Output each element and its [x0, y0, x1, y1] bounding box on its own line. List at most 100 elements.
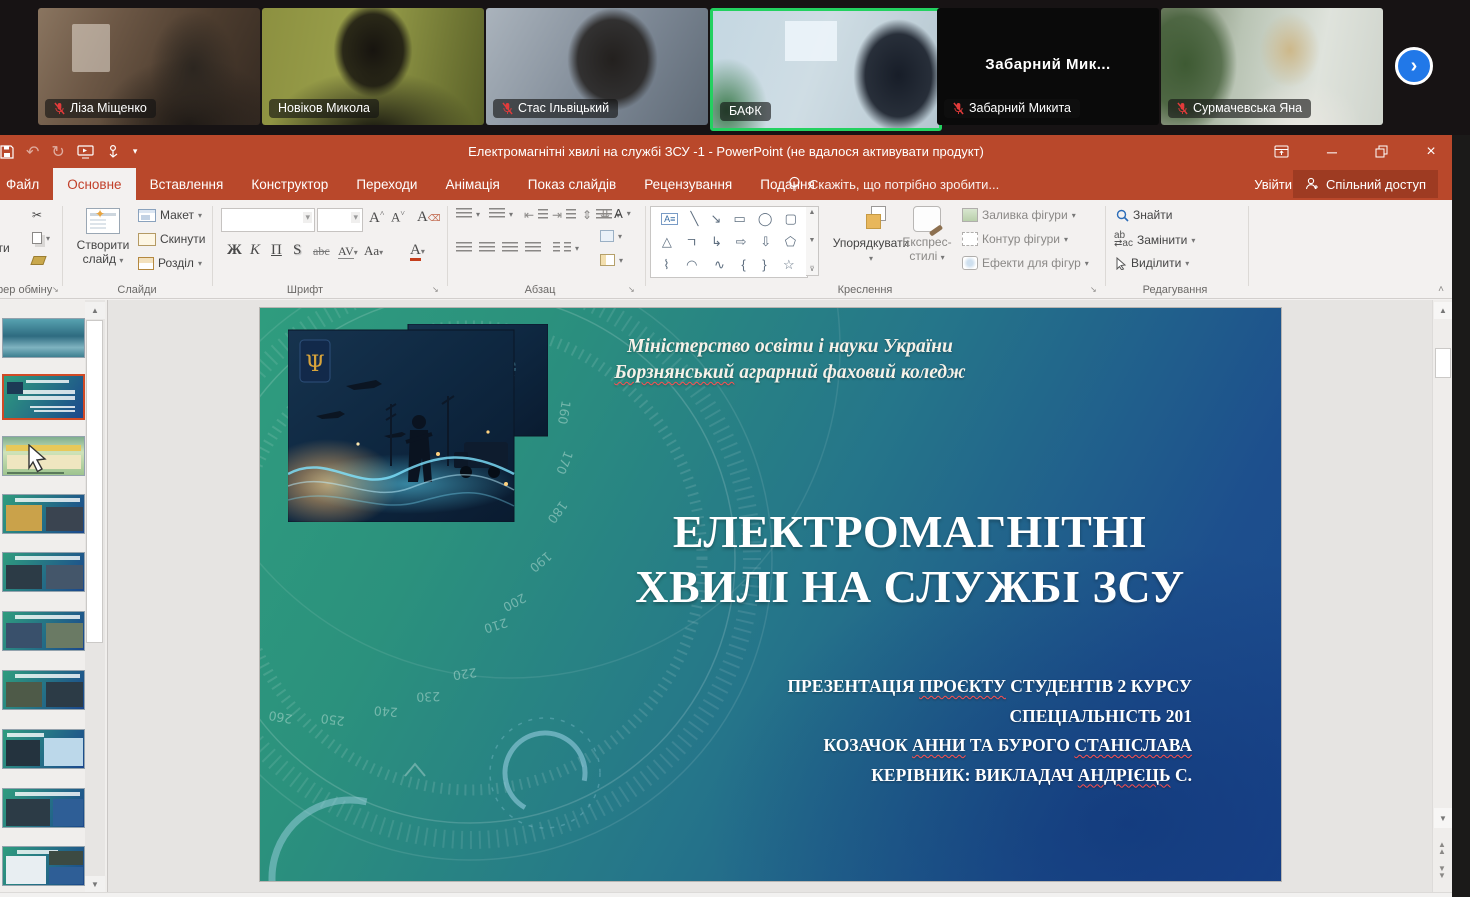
clipboard-dialog-launcher[interactable]: ↘: [52, 285, 62, 295]
shrink-font-button[interactable]: А˅: [391, 209, 405, 225]
smartart-button[interactable]: ▾: [600, 254, 623, 266]
increase-indent-button[interactable]: ⇥: [552, 208, 577, 222]
paragraph-dialog-launcher[interactable]: ↘: [628, 285, 638, 295]
text-shadow-button[interactable]: S: [293, 242, 301, 259]
numbering-button[interactable]: ▾: [489, 208, 513, 220]
reset-button[interactable]: Скинути: [138, 232, 205, 246]
shape-outline-button[interactable]: Контур фігури ▾: [962, 232, 1068, 246]
align-right-button[interactable]: [502, 242, 518, 254]
collapse-ribbon-icon[interactable]: ˄: [1438, 284, 1444, 295]
align-left-button[interactable]: [456, 242, 472, 254]
participant-tile[interactable]: Новіков Микола: [262, 8, 484, 125]
touch-mode-icon[interactable]: [106, 144, 121, 159]
tab-design[interactable]: Конструктор: [237, 168, 342, 200]
font-size-combo[interactable]: [317, 208, 363, 232]
shape-fill-button[interactable]: Заливка фігури ▾: [962, 208, 1076, 222]
share-button[interactable]: Спільний доступ: [1293, 170, 1438, 198]
slide-title[interactable]: ЕЛЕКТРОМАГНІТНІ ХВИЛІ НА СЛУЖБІ ЗСУ: [620, 504, 1200, 614]
section-button[interactable]: Розділ ▾: [138, 256, 202, 270]
sign-in-button[interactable]: Увійти: [1254, 168, 1292, 200]
tab-insert[interactable]: Вставлення: [136, 168, 238, 200]
strikethrough-button[interactable]: abc: [313, 244, 330, 259]
new-slide-button[interactable]: ✦ Створити слайд ▾: [72, 206, 134, 284]
tab-file[interactable]: Файл: [0, 168, 53, 200]
slide-thumbnail-8[interactable]: [2, 729, 85, 769]
change-case-button[interactable]: Aa▾: [364, 243, 383, 259]
character-spacing-button[interactable]: AV▾: [338, 244, 358, 259]
align-text-button[interactable]: ▾: [600, 230, 622, 242]
slide-thumbnail-9[interactable]: [2, 788, 85, 828]
paste-button[interactable]: Вставити: [0, 205, 14, 255]
columns-button[interactable]: ▾: [553, 242, 579, 254]
save-icon[interactable]: [0, 144, 14, 159]
main-scrollbar[interactable]: ▲ ▼: [1432, 300, 1452, 897]
next-slide-button[interactable]: ▼ ▼: [1432, 862, 1452, 882]
scroll-down-arrow[interactable]: ▼: [85, 876, 105, 893]
slide-thumbnail-1[interactable]: [2, 318, 85, 358]
clear-formatting-button[interactable]: A⌫: [417, 209, 441, 226]
slide-editing-area[interactable]: 160 170 180 190 200 210 220 230 240 250 …: [260, 308, 1281, 881]
ribbon-display-options-icon[interactable]: [1274, 145, 1289, 158]
undo-icon[interactable]: ↶: [26, 142, 39, 162]
quick-styles-button[interactable]: Експрес-стилі ▾: [898, 206, 956, 263]
redo-icon[interactable]: ↻: [51, 142, 64, 162]
slide-thumbnail-4[interactable]: [2, 494, 85, 534]
participant-tile[interactable]: Стас Ільвіцький: [486, 8, 708, 125]
minimize-button[interactable]: ─: [1323, 144, 1341, 160]
slide-thumbnail-10[interactable]: [2, 846, 85, 886]
qat-customize-icon[interactable]: ▾: [133, 146, 138, 157]
participant-tile-active-speaker[interactable]: БАФК: [710, 8, 942, 131]
slide-thumbnail-7[interactable]: [2, 670, 85, 710]
copy-button[interactable]: ▾: [32, 232, 50, 244]
slide-title-image[interactable]: Ψ Ψ: [288, 324, 548, 522]
scroll-up-arrow[interactable]: ▲: [85, 302, 105, 319]
scrollbar-thumb[interactable]: [86, 320, 103, 643]
restore-button[interactable]: [1375, 145, 1388, 158]
align-center-button[interactable]: [479, 242, 495, 254]
tab-animations[interactable]: Анімація: [431, 168, 513, 200]
participant-tile[interactable]: Ліза Міщенко: [38, 8, 260, 125]
decrease-indent-button[interactable]: ⇤: [524, 208, 549, 222]
tab-home[interactable]: Основне: [53, 168, 136, 200]
participant-tile[interactable]: Сурмачевська Яна: [1161, 8, 1383, 125]
bold-button[interactable]: Ж: [227, 242, 242, 259]
shape-effects-button[interactable]: Ефекти для фігур ▾: [962, 256, 1089, 270]
scrollbar-thumb[interactable]: [1435, 348, 1451, 378]
cut-button[interactable]: ✂: [32, 208, 42, 222]
slide-header-text[interactable]: Міністерство освіти і науки України Борз…: [560, 334, 1020, 386]
font-color-button[interactable]: A▾: [410, 242, 425, 261]
format-painter-button[interactable]: [30, 256, 47, 265]
tab-transitions[interactable]: Переходи: [342, 168, 431, 200]
tell-me-box[interactable]: Скажіть, що потрібно зробити...: [788, 168, 999, 200]
shapes-gallery[interactable]: A≡ ╲ ↘ ▭ ◯ ▢ △ ㄱ ↳ ⇨ ⇩ ⬠ ⌇ ◠ ∿{} ☆: [650, 206, 808, 278]
drawing-dialog-launcher[interactable]: ↘: [1090, 285, 1100, 295]
previous-slide-button[interactable]: ▲ ▲: [1432, 838, 1452, 858]
start-slideshow-icon[interactable]: [77, 144, 94, 159]
layout-button[interactable]: Макет ▾: [138, 208, 202, 222]
font-dialog-launcher[interactable]: ↘: [432, 285, 442, 295]
underline-button[interactable]: П: [271, 242, 282, 259]
italic-button[interactable]: К: [250, 242, 260, 259]
font-name-combo[interactable]: [221, 208, 315, 232]
scroll-up-arrow[interactable]: ▲: [1434, 302, 1452, 319]
thumbnail-panel-scrollbar[interactable]: ▲ ▼: [85, 300, 105, 897]
text-direction-button[interactable]: ⇊ A ▾: [600, 206, 631, 221]
slide-thumbnail-2-selected[interactable]: [2, 374, 85, 420]
scroll-down-arrow[interactable]: ▼: [1434, 808, 1452, 828]
find-button[interactable]: Знайти: [1116, 208, 1172, 222]
bullets-button[interactable]: ▾: [456, 208, 480, 220]
participant-tile[interactable]: Забарний Мик... Забарний Микита: [937, 8, 1159, 125]
replace-button[interactable]: ab ⇄ac Замінити ▾: [1114, 231, 1195, 249]
tab-review[interactable]: Рецензування: [630, 168, 746, 200]
slide-thumbnail-5[interactable]: [2, 552, 85, 592]
arrange-button[interactable]: Упорядкувати ▾: [833, 206, 909, 263]
close-button[interactable]: ×: [1422, 143, 1440, 161]
select-button[interactable]: Виділити ▾: [1116, 256, 1189, 270]
slide-subtitle[interactable]: ПРЕЗЕНТАЦІЯ ПРОЄКТУ СТУДЕНТІВ 2 КУРСУ СП…: [640, 672, 1192, 790]
grow-font-button[interactable]: А˄: [369, 209, 384, 227]
tab-slideshow[interactable]: Показ слайдів: [514, 168, 630, 200]
shapes-gallery-scroll[interactable]: ▲ ▼ ⊽: [806, 206, 819, 276]
slide-thumbnail-6[interactable]: [2, 611, 85, 651]
next-participants-button[interactable]: ›: [1395, 47, 1433, 85]
justify-button[interactable]: [525, 242, 541, 254]
